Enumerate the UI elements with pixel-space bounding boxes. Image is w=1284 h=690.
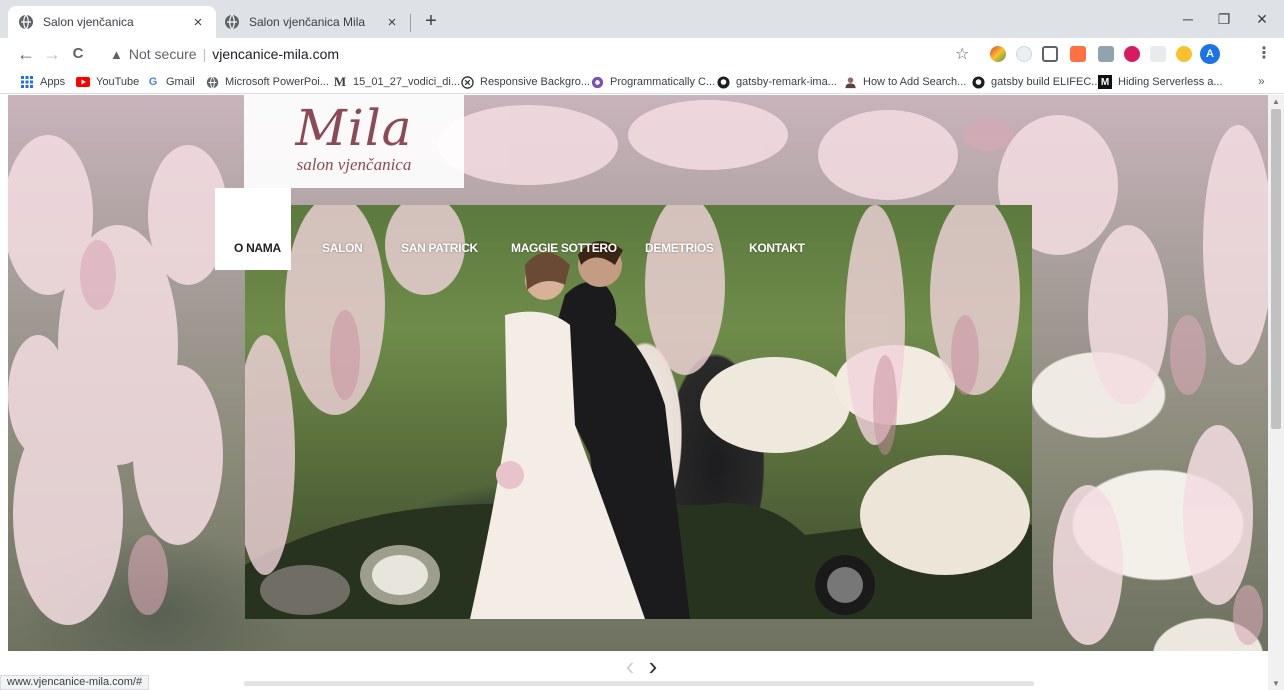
forward-button[interactable]: → <box>40 42 64 66</box>
back-button[interactable]: ← <box>14 42 38 66</box>
bookmark-label: gatsby build ELIFEC... <box>991 76 1101 88</box>
carousel-prev-button[interactable]: ‹ <box>620 653 640 679</box>
extension-icon[interactable] <box>1042 46 1058 62</box>
bookmark-add-search[interactable]: How to Add Search... <box>843 73 966 91</box>
bookmark-programmatically[interactable]: Programmatically C... <box>590 73 715 91</box>
profile-avatar[interactable]: A <box>1200 44 1220 64</box>
logo-title: Mila <box>295 98 413 157</box>
bookmark-vodici[interactable]: M 15_01_27_vodici_di... <box>333 73 460 91</box>
extension-icon[interactable] <box>1124 46 1140 62</box>
extension-off-icon[interactable] <box>1070 46 1086 62</box>
bookmark-label: Microsoft PowerPoi... <box>225 76 329 88</box>
close-tab-icon[interactable]: × <box>190 14 206 31</box>
minimize-button[interactable]: ─ <box>1174 8 1202 30</box>
nav-kontakt[interactable]: KONTAKT <box>749 241 805 255</box>
globe-icon <box>18 14 34 30</box>
scrollbar-thumb[interactable] <box>1271 109 1281 429</box>
nav-demetrios[interactable]: DEMETRIOS <box>645 241 714 255</box>
bookmarks-bar: Apps YouTube G Gmail Microsoft PowerPoi.… <box>0 70 1284 94</box>
extension-icon[interactable] <box>1098 46 1114 62</box>
tab-salon-vjencanica[interactable]: Salon vjenčanica × <box>8 6 216 38</box>
horizontal-scrollbar[interactable] <box>244 681 1034 686</box>
bookmark-label: YouTube <box>96 76 140 88</box>
bookmark-apps[interactable]: Apps <box>20 73 65 91</box>
person-icon <box>843 75 857 89</box>
logo-subtitle: salon vjenčanica <box>296 154 412 174</box>
extension-icon[interactable] <box>1016 46 1032 62</box>
bookmark-gatsby-remark[interactable]: gatsby-remark-ima... <box>716 73 837 91</box>
bookmark-label: Apps <box>40 76 66 88</box>
site-logo[interactable]: Mila salon vjenčanica <box>244 95 464 188</box>
tab-title: Salon vjenčanica Mila <box>249 15 366 29</box>
circle-x-icon <box>460 75 474 89</box>
extension-icon[interactable] <box>990 46 1006 62</box>
extension-icon[interactable] <box>1176 46 1192 62</box>
hero-image <box>245 205 1032 619</box>
bookmark-gatsby-build[interactable]: gatsby build ELIFEC... <box>971 73 1100 91</box>
new-tab-button[interactable]: + <box>420 10 442 32</box>
tab-title: Salon vjenčanica <box>43 15 134 29</box>
nav-maggie-sottero[interactable]: MAGGIE SOTTERO <box>511 241 617 255</box>
address-bar[interactable]: ▲ Not secure | vjencanice-mila.com <box>110 42 940 66</box>
github-icon <box>716 75 730 89</box>
nav-salon[interactable]: SALON <box>322 241 363 255</box>
purple-circle-icon <box>590 75 604 89</box>
reload-button[interactable]: C <box>66 42 90 66</box>
scroll-up-arrow-icon[interactable]: ▲ <box>1272 97 1280 106</box>
bookmark-hiding-serverless[interactable]: M Hiding Serverless a... <box>1098 73 1223 91</box>
carousel-next-button[interactable]: › <box>643 653 663 679</box>
apps-grid-icon <box>20 75 34 89</box>
github-icon <box>971 75 985 89</box>
nav-san-patrick[interactable]: SAN PATRICK <box>401 241 478 255</box>
bookmarks-more-button[interactable]: » <box>1258 74 1265 88</box>
globe-icon <box>205 75 219 89</box>
bookmark-gmail[interactable]: G Gmail <box>146 73 195 91</box>
medium-icon: M <box>1098 75 1112 89</box>
warning-icon[interactable]: ▲ <box>110 47 123 62</box>
address-separator: | <box>202 46 207 62</box>
bookmark-label: 15_01_27_vodici_di... <box>353 76 461 88</box>
bookmark-label: Responsive Backgro... <box>480 76 591 88</box>
security-label: Not secure <box>128 46 197 62</box>
close-window-button[interactable]: ✕ <box>1248 8 1276 30</box>
m-icon: M <box>333 74 347 89</box>
close-tab-icon[interactable]: × <box>384 14 400 31</box>
nav-o-nama[interactable]: O NAMA <box>234 241 281 255</box>
bookmark-youtube[interactable]: YouTube <box>76 73 139 91</box>
bookmark-powerpoint[interactable]: Microsoft PowerPoi... <box>205 73 329 91</box>
bookmark-responsive-background[interactable]: Responsive Backgro... <box>460 73 590 91</box>
browser-toolbar: ← → C ▲ Not secure | vjencanice-mila.com… <box>0 38 1284 70</box>
restore-button[interactable]: ❐ <box>1210 8 1238 30</box>
url-text: vjencanice-mila.com <box>212 46 340 62</box>
bookmark-label: gatsby-remark-ima... <box>736 76 837 88</box>
scroll-down-arrow-icon[interactable]: ▼ <box>1272 679 1280 688</box>
wedding-couple-photo <box>245 205 1032 619</box>
bookmark-label: How to Add Search... <box>863 76 967 88</box>
google-icon: G <box>148 76 158 88</box>
bookmark-label: Gmail <box>166 76 195 88</box>
tab-strip: Salon vjenčanica × Salon vjenčanica Mila… <box>0 0 1284 38</box>
tab-divider <box>410 14 411 32</box>
youtube-icon <box>76 75 90 89</box>
menu-dots-icon[interactable]: ⋮ <box>1256 43 1272 63</box>
globe-icon <box>224 14 240 30</box>
extension-icon[interactable] <box>1150 46 1166 62</box>
bookmark-label: Programmatically C... <box>610 76 716 88</box>
bookmark-label: Hiding Serverless a... <box>1118 76 1223 88</box>
tab-salon-vjencanica-mila[interactable]: Salon vjenčanica Mila × <box>214 6 410 38</box>
nav-active-background <box>215 188 291 270</box>
vertical-scrollbar[interactable]: ▲ ▼ <box>1268 95 1284 690</box>
page-viewport: Mila salon vjenčanica O NAMA SALON SAN P… <box>8 95 1268 690</box>
bookmark-star-icon[interactable]: ☆ <box>955 44 969 64</box>
status-bar-url: www.vjencanice-mila.com/# <box>0 675 150 690</box>
